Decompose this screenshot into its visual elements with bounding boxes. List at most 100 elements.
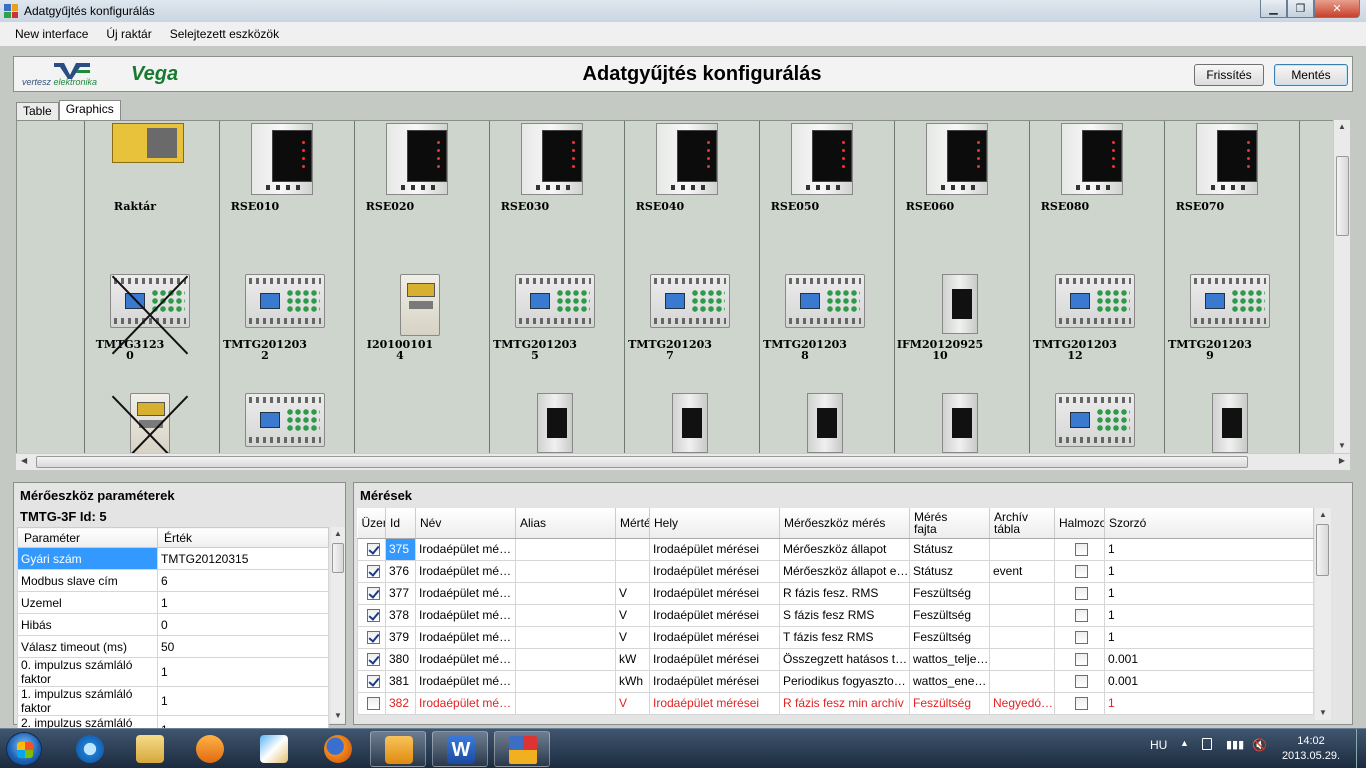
graphics-canvas[interactable]: Raktár RSE010 RSE020 RSE030 RSE040 RSE050 RSE0… [16,120,1349,455]
measurement-unit[interactable] [615,559,650,583]
accumulate-checkbox[interactable] [1074,543,1088,557]
measurement-archive[interactable]: Negyedórás [989,691,1055,715]
taskbar-adatgyujtes-app[interactable] [494,731,550,767]
parameter-value[interactable]: 1 [157,657,329,687]
accumulate-checkbox[interactable] [1074,609,1088,623]
column-header[interactable]: Alias [515,508,616,539]
measurement-device[interactable]: T fázis fesz RMS [779,625,910,649]
measurement-name[interactable]: Irodaépület méré... [415,581,516,605]
parameter-row[interactable]: Modbus slave cím 6 [17,569,329,592]
measurement-device[interactable]: Mérőeszköz állapot [779,537,910,561]
measurement-archive[interactable] [989,647,1055,671]
enabled-checkbox[interactable] [366,543,380,557]
measurement-mult[interactable]: 0.001 [1104,647,1314,671]
measurement-name[interactable]: Irodaépület méré... [415,691,516,715]
save-button[interactable]: Mentés [1274,64,1348,86]
parameter-row[interactable]: Hibás 0 [17,613,329,636]
tmtg-device-icon[interactable] [785,274,865,328]
close-button[interactable]: ✕ [1314,0,1360,18]
measurement-alias[interactable] [515,603,616,627]
measurement-alias[interactable] [515,647,616,671]
measurement-name[interactable]: Irodaépület méré... [415,559,516,583]
parameter-value[interactable]: 1 [157,686,329,716]
rse-device-icon[interactable] [920,123,990,195]
parameters-scrollbar[interactable]: ▲ ▼ [331,527,345,723]
parameter-row[interactable]: Gyári szám TMTG20120315 [17,547,329,570]
rse-device-icon[interactable] [1190,123,1260,195]
graphics-horizontal-scrollbar[interactable]: ◀ ▶ [16,453,1350,470]
measurement-id[interactable]: 381 [385,669,416,693]
measurement-place[interactable]: Irodaépület mérései [649,559,780,583]
measurement-unit[interactable]: V [615,603,650,627]
ifm-device-icon[interactable] [942,393,978,453]
menu-new-interface[interactable]: New interface [0,27,97,41]
scroll-left-icon[interactable]: ◀ [21,456,27,465]
enabled-checkbox[interactable] [366,565,380,579]
measurement-mult[interactable]: 1 [1104,581,1314,605]
scroll-thumb[interactable] [332,543,344,573]
taskbar-internet-explorer[interactable] [62,731,118,767]
measurement-id[interactable]: 378 [385,603,416,627]
tmtg-device-icon[interactable] [245,393,325,447]
measurement-name[interactable]: Irodaépület méré... [415,603,516,627]
measurement-archive[interactable] [989,669,1055,693]
enabled-checkbox[interactable] [366,697,380,711]
column-header[interactable]: Halmozo [1054,508,1105,539]
rse-device-icon[interactable] [1055,123,1125,195]
measurement-place[interactable]: Irodaépület mérései [649,647,780,671]
enabled-checkbox[interactable] [366,609,380,623]
rse-device-icon[interactable] [245,123,315,195]
measurement-place[interactable]: Irodaépület mérései [649,669,780,693]
show-desktop-button[interactable] [1356,729,1366,768]
scroll-down-icon[interactable]: ▼ [331,709,345,723]
measurement-type[interactable]: Státusz [909,537,990,561]
accumulate-checkbox[interactable] [1074,631,1088,645]
measurement-archive[interactable] [989,581,1055,605]
measurement-unit[interactable]: V [615,625,650,649]
scroll-up-icon[interactable]: ▲ [331,527,345,541]
rse-device-icon[interactable] [785,123,855,195]
measurement-alias[interactable] [515,559,616,583]
measurement-type[interactable]: wattos_teljes... [909,647,990,671]
taskbar-file-explorer[interactable] [122,731,178,767]
measurement-place[interactable]: Irodaépület mérései [649,537,780,561]
measurement-id[interactable]: 377 [385,581,416,605]
measurement-place[interactable]: Irodaépület mérései [649,581,780,605]
measurement-id[interactable]: 379 [385,625,416,649]
measurement-type[interactable]: Feszültség [909,581,990,605]
rse-device-icon[interactable] [650,123,720,195]
menu-scrapped-devices[interactable]: Selejtezett eszközök [161,27,288,41]
parameter-value[interactable]: 50 [157,635,329,658]
tmtg-device-icon[interactable] [1190,274,1270,328]
column-header[interactable]: Id [385,508,416,539]
parameter-value[interactable]: 1 [157,591,329,614]
column-header[interactable]: Név [415,508,516,539]
measurement-unit[interactable]: V [615,581,650,605]
measurement-alias[interactable] [515,691,616,715]
scroll-down-icon[interactable]: ▼ [1315,706,1331,720]
measurement-row[interactable]: 381 Irodaépület méré... kWh Irodaépület mér… [357,669,1314,693]
measurement-mult[interactable]: 1 [1104,691,1314,715]
measurement-mult[interactable]: 1 [1104,537,1314,561]
measurement-name[interactable]: Irodaépület méré... [415,625,516,649]
column-header[interactable]: Üzem [357,508,386,539]
column-header-parameter[interactable]: Paraméter [17,527,158,548]
tab-graphics[interactable]: Graphics [58,100,121,120]
tmtg-device-icon[interactable] [245,274,325,328]
volume-muted-icon[interactable]: 🔇 [1252,738,1267,752]
measurement-row[interactable]: 377 Irodaépület méré... V Irodaépület mérés… [357,581,1314,605]
measurement-archive[interactable] [989,625,1055,649]
measurement-id[interactable]: 375 [385,537,416,561]
tmtg-device-icon[interactable] [1055,393,1135,447]
measurements-scrollbar[interactable]: ▲ ▼ [1315,508,1331,720]
scroll-up-icon[interactable]: ▲ [1315,508,1331,522]
warehouse-icon[interactable] [112,123,184,179]
taskbar-media-player[interactable] [182,731,238,767]
column-header[interactable]: Mérőeszköz mérés [779,508,910,539]
measurement-name[interactable]: Irodaépület méré... [415,647,516,671]
network-icon[interactable]: ▮▮▮ [1226,738,1244,751]
measurement-type[interactable]: Feszültség [909,691,990,715]
measurement-row[interactable]: 382 Irodaépület méré... V Irodaépület mérés… [357,691,1314,715]
measurement-unit[interactable]: V [615,691,650,715]
enabled-checkbox[interactable] [366,631,380,645]
